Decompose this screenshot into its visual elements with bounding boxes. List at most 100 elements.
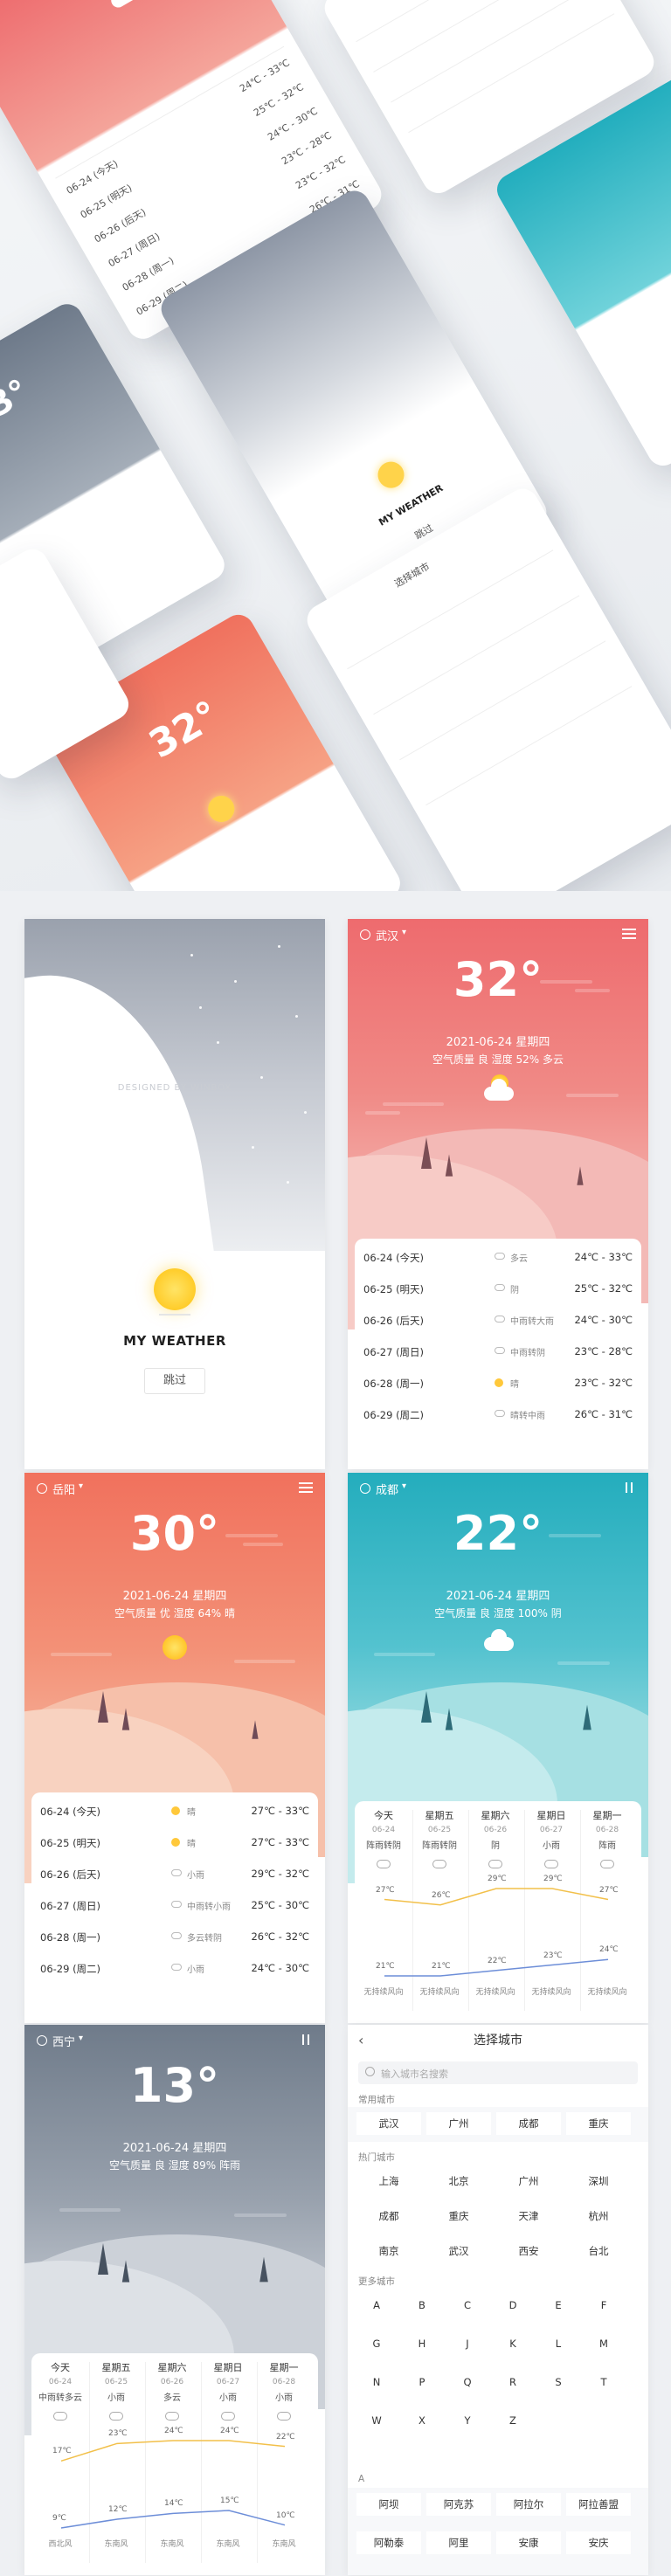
- location-icon[interactable]: [360, 929, 370, 940]
- menu-icon[interactable]: [624, 1482, 636, 1493]
- city-option[interactable]: 武汉: [426, 2240, 491, 2262]
- letter-index[interactable]: P: [402, 2371, 442, 2393]
- letter-index[interactable]: M: [584, 2332, 624, 2355]
- forecast-range: 26℃ - 31℃: [574, 1408, 633, 1420]
- sun-icon: [163, 1635, 187, 1660]
- city-option[interactable]: 西安: [496, 2240, 561, 2262]
- forecast-row: 06-28 (周一) 晴 23℃ - 32℃: [363, 1368, 633, 1399]
- city-option[interactable]: 成都: [496, 2112, 561, 2135]
- letter-index[interactable]: A: [356, 2294, 397, 2317]
- current-temperature: 22°: [453, 1506, 543, 1561]
- location-icon[interactable]: [37, 1483, 47, 1494]
- chevron-down-icon[interactable]: ▾: [402, 1481, 406, 1491]
- city-option[interactable]: 武汉: [356, 2112, 421, 2135]
- app-title: MY WEATHER: [123, 1333, 226, 1349]
- back-icon[interactable]: ‹: [358, 2025, 363, 2056]
- sun-icon: [203, 791, 239, 827]
- letter-index[interactable]: K: [493, 2332, 533, 2355]
- cloud-icon: [108, 0, 142, 10]
- letter-index[interactable]: S: [538, 2371, 578, 2393]
- city-option[interactable]: 成都: [356, 2205, 421, 2227]
- city-option[interactable]: 阿坝: [356, 2493, 421, 2516]
- letter-index[interactable]: B: [402, 2294, 442, 2317]
- city-option[interactable]: 阿克苏: [426, 2493, 491, 2516]
- rain-icon: [171, 1901, 182, 1908]
- skip-button[interactable]: 跳过: [144, 1368, 205, 1394]
- city-option[interactable]: 杭州: [566, 2205, 631, 2227]
- city-option[interactable]: 深圳: [566, 2170, 631, 2193]
- chevron-down-icon[interactable]: ▾: [402, 928, 406, 937]
- current-date: 2021-06-24 星期四: [446, 1036, 550, 1049]
- letter-index[interactable]: D: [493, 2294, 533, 2317]
- city-option[interactable]: 阿拉善盟: [566, 2493, 631, 2516]
- city-option[interactable]: 阿拉尔: [496, 2493, 561, 2516]
- section-label: 常用城市: [358, 2095, 395, 2105]
- forecast-range: 27℃ - 33℃: [251, 1836, 309, 1848]
- forecast-date: 06-28 (周一): [40, 1931, 101, 1944]
- forecast-row: 06-24 (今天) 多云 24℃ - 33℃: [363, 1242, 633, 1274]
- city-option[interactable]: 天津: [496, 2205, 561, 2227]
- letter-index[interactable]: Q: [447, 2371, 488, 2393]
- chevron-down-icon[interactable]: ▾: [79, 1481, 83, 1491]
- letter-index[interactable]: R: [493, 2371, 533, 2393]
- city-option[interactable]: 广州: [496, 2170, 561, 2193]
- city-option[interactable]: 重庆: [566, 2112, 631, 2135]
- menu-icon[interactable]: [622, 929, 636, 939]
- forecast-date: 06-29 (周二): [40, 1963, 101, 1975]
- letter-index[interactable]: C: [447, 2294, 488, 2317]
- sun-icon: [154, 1268, 196, 1310]
- city-option[interactable]: 广州: [426, 2112, 491, 2135]
- letter-index[interactable]: Y: [447, 2409, 488, 2432]
- city-option[interactable]: 南京: [356, 2240, 421, 2262]
- letter-index[interactable]: X: [402, 2409, 442, 2432]
- forecast-date: 06-28 (周一): [363, 1378, 425, 1390]
- letter-index[interactable]: Z: [493, 2409, 533, 2432]
- forecast-range: 23℃ - 28℃: [574, 1345, 633, 1357]
- menu-icon[interactable]: [299, 1482, 313, 1493]
- forecast-desc: 晴转中雨: [510, 1412, 545, 1421]
- city-selector[interactable]: 武汉: [376, 927, 398, 943]
- forecast-range: 26℃ - 32℃: [251, 1930, 309, 1943]
- city-option[interactable]: 阿勒泰: [356, 2531, 421, 2554]
- city-option[interactable]: 安庆: [566, 2531, 631, 2554]
- letter-index[interactable]: W: [356, 2409, 397, 2432]
- city-selector[interactable]: 岳阳: [52, 1481, 75, 1497]
- sun-icon: [373, 457, 409, 494]
- forecast-date: 06-25 (明天): [363, 1283, 425, 1295]
- forecast-date: 06-26 (后天): [363, 1315, 425, 1327]
- chevron-down-icon[interactable]: ▾: [79, 2034, 83, 2043]
- city-selector[interactable]: 西宁: [52, 2033, 75, 2049]
- letter-index[interactable]: E: [538, 2294, 578, 2317]
- letter-index[interactable]: H: [402, 2332, 442, 2355]
- section-label: A: [358, 2474, 365, 2484]
- city-option[interactable]: 台北: [566, 2240, 631, 2262]
- forecast-row: 06-27 (周日) 中雨转小雨 25℃ - 30℃: [40, 1890, 309, 1922]
- letter-index[interactable]: N: [356, 2371, 397, 2393]
- city-option[interactable]: 北京: [426, 2170, 491, 2193]
- top-bar: 成都 ▾: [348, 1473, 648, 1504]
- city-option[interactable]: 阿里: [426, 2531, 491, 2554]
- sun-icon: [495, 1378, 503, 1387]
- forecast-desc: 阴: [510, 1286, 519, 1295]
- location-icon[interactable]: [37, 2035, 47, 2046]
- letter-index[interactable]: G: [356, 2332, 397, 2355]
- weather-screen-xining: 西宁 ▾ 13° 2021-06-24 星期四 空气质量 良 湿度 89% 阵雨…: [24, 2025, 325, 2575]
- letter-index[interactable]: J: [447, 2332, 488, 2355]
- city-option[interactable]: 重庆: [426, 2205, 491, 2227]
- forecast-date: 06-26 (后天): [40, 1868, 101, 1881]
- forecast-desc: 中雨转阴: [510, 1349, 545, 1358]
- temperature-curves: [384, 1888, 609, 1977]
- location-icon[interactable]: [360, 1483, 370, 1494]
- letter-index[interactable]: L: [538, 2332, 578, 2355]
- city-option[interactable]: 安康: [496, 2531, 561, 2554]
- hero-row-range: 23℃ - 32℃: [294, 154, 348, 192]
- letter-index[interactable]: T: [584, 2371, 624, 2393]
- high-temp-line: [384, 1888, 609, 1906]
- letter-index[interactable]: F: [584, 2294, 624, 2317]
- menu-icon[interactable]: [301, 2034, 313, 2045]
- search-input[interactable]: 输入城市名搜索: [358, 2061, 638, 2084]
- city-option[interactable]: 上海: [356, 2170, 421, 2193]
- city-selector[interactable]: 成都: [376, 1481, 398, 1497]
- rain-icon: [495, 1410, 505, 1417]
- rain-icon: [171, 1964, 182, 1971]
